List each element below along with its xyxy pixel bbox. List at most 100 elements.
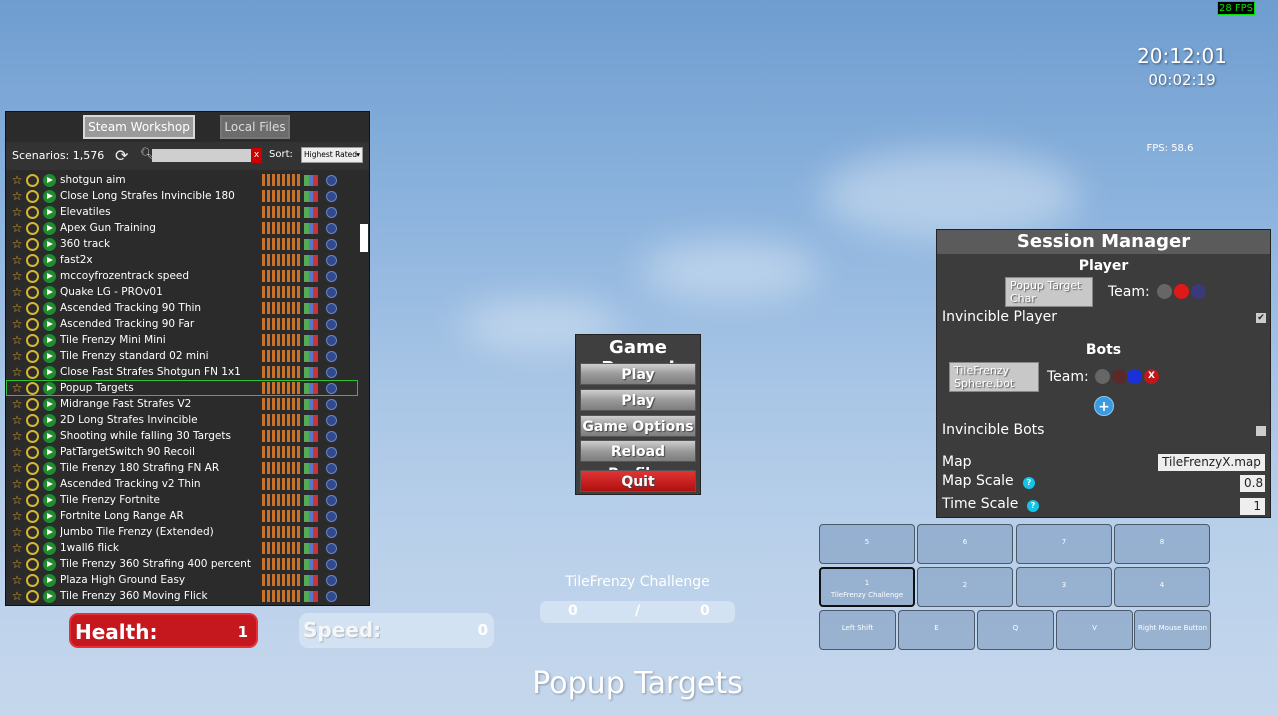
hotkey-3[interactable]: 3 bbox=[1016, 567, 1112, 607]
list-item[interactable]: ☆ Tile Frenzy 360 Moving Flick bbox=[6, 588, 358, 604]
play-icon[interactable] bbox=[43, 317, 56, 331]
list-item[interactable]: ☆ 1wall6 flick bbox=[6, 540, 358, 556]
star-icon[interactable]: ☆ bbox=[10, 413, 24, 427]
play-button[interactable]: Play bbox=[580, 363, 696, 385]
list-item[interactable]: ☆ shotgun aim bbox=[6, 172, 358, 188]
clear-search-button[interactable]: x bbox=[251, 148, 262, 163]
profile-icon[interactable] bbox=[26, 445, 39, 459]
list-item[interactable]: ☆ fast2x bbox=[6, 252, 358, 268]
play-icon[interactable] bbox=[43, 429, 56, 443]
star-icon[interactable]: ☆ bbox=[10, 525, 24, 539]
play-icon[interactable] bbox=[43, 269, 56, 283]
play-icon[interactable] bbox=[43, 509, 56, 523]
profile-icon[interactable] bbox=[26, 205, 39, 219]
hotkey-8[interactable]: 8 bbox=[1114, 524, 1210, 564]
info-icon[interactable] bbox=[326, 510, 337, 522]
profile-icon[interactable] bbox=[26, 525, 39, 539]
list-item[interactable]: ☆ Tile Frenzy standard 02 mini bbox=[6, 348, 358, 364]
profile-icon[interactable] bbox=[26, 349, 39, 363]
star-icon[interactable]: ☆ bbox=[10, 381, 24, 395]
star-icon[interactable]: ☆ bbox=[10, 573, 24, 587]
quit-button[interactable]: Quit bbox=[580, 470, 696, 492]
star-icon[interactable]: ☆ bbox=[10, 365, 24, 379]
play-icon[interactable] bbox=[43, 189, 56, 203]
info-icon[interactable] bbox=[326, 526, 337, 538]
profile-icon[interactable] bbox=[26, 221, 39, 235]
play-icon[interactable] bbox=[43, 237, 56, 251]
play-icon[interactable] bbox=[43, 397, 56, 411]
star-icon[interactable]: ☆ bbox=[10, 253, 24, 267]
play-icon[interactable] bbox=[43, 349, 56, 363]
team-red-button[interactable] bbox=[1174, 284, 1189, 299]
info-icon[interactable] bbox=[326, 382, 337, 394]
play-icon[interactable] bbox=[43, 333, 56, 347]
info-icon[interactable] bbox=[326, 286, 337, 298]
invincible-bots-checkbox[interactable] bbox=[1256, 426, 1266, 436]
star-icon[interactable]: ☆ bbox=[10, 509, 24, 523]
star-icon[interactable]: ☆ bbox=[10, 477, 24, 491]
list-item[interactable]: ☆ Shooting while falling 30 Targets bbox=[6, 428, 358, 444]
tab-local-files[interactable]: Local Files bbox=[220, 115, 290, 139]
search-input[interactable] bbox=[152, 149, 252, 162]
play-icon[interactable] bbox=[43, 477, 56, 491]
team-blue-button[interactable] bbox=[1191, 284, 1206, 299]
refresh-icon[interactable]: ⟳ bbox=[115, 146, 128, 165]
profile-icon[interactable] bbox=[26, 557, 39, 571]
profile-icon[interactable] bbox=[26, 285, 39, 299]
list-item[interactable]: ☆ Popup Targets bbox=[6, 380, 358, 396]
list-item[interactable]: ☆ 2D Long Strafes Invincible bbox=[6, 412, 358, 428]
info-icon[interactable] bbox=[326, 190, 337, 202]
invincible-player-checkbox[interactable]: ✔ bbox=[1256, 313, 1266, 323]
game-options-button[interactable]: Game Options bbox=[580, 415, 696, 437]
profile-icon[interactable] bbox=[26, 237, 39, 251]
profile-icon[interactable] bbox=[26, 173, 39, 187]
info-icon[interactable] bbox=[326, 366, 337, 378]
list-item[interactable]: ☆ Quake LG - PROv01 bbox=[6, 284, 358, 300]
list-item[interactable]: ☆ Ascended Tracking v2 Thin bbox=[6, 476, 358, 492]
list-item[interactable]: ☆ Fortnite Long Range AR bbox=[6, 508, 358, 524]
info-icon[interactable] bbox=[326, 590, 337, 602]
hotkey-4[interactable]: 4 bbox=[1114, 567, 1210, 607]
profile-icon[interactable] bbox=[26, 413, 39, 427]
info-icon[interactable] bbox=[326, 334, 337, 346]
play-icon[interactable] bbox=[43, 381, 56, 395]
play-icon[interactable] bbox=[43, 285, 56, 299]
play-icon[interactable] bbox=[43, 445, 56, 459]
star-icon[interactable]: ☆ bbox=[10, 445, 24, 459]
list-item[interactable]: ☆ PatTargetSwitch 90 Recoil bbox=[6, 444, 358, 460]
info-icon[interactable] bbox=[326, 398, 337, 410]
hotkey-6[interactable]: 6 bbox=[917, 524, 1013, 564]
star-icon[interactable]: ☆ bbox=[10, 189, 24, 203]
map-scale-help-icon[interactable]: ? bbox=[1023, 477, 1035, 489]
play-icon[interactable] bbox=[43, 573, 56, 587]
star-icon[interactable]: ☆ bbox=[10, 589, 24, 603]
hotkey-q[interactable]: Q bbox=[977, 610, 1054, 650]
star-icon[interactable]: ☆ bbox=[10, 237, 24, 251]
list-item[interactable]: ☆ Plaza High Ground Easy bbox=[6, 572, 358, 588]
profile-icon[interactable] bbox=[26, 429, 39, 443]
info-icon[interactable] bbox=[326, 478, 337, 490]
play-icon[interactable] bbox=[43, 589, 56, 603]
list-item[interactable]: ☆ Tile Frenzy 360 Strafing 400 percent bbox=[6, 556, 358, 572]
play-icon[interactable] bbox=[43, 525, 56, 539]
play-icon[interactable] bbox=[43, 493, 56, 507]
play-icon[interactable] bbox=[43, 541, 56, 555]
player-char-button[interactable]: Popup Target Char bbox=[1005, 277, 1093, 307]
profile-icon[interactable] bbox=[26, 365, 39, 379]
list-item[interactable]: ☆ Ascended Tracking 90 Far bbox=[6, 316, 358, 332]
info-icon[interactable] bbox=[326, 446, 337, 458]
profile-icon[interactable] bbox=[26, 477, 39, 491]
scrollbar-thumb[interactable] bbox=[360, 224, 368, 252]
list-item[interactable]: ☆ Tile Frenzy Mini Mini bbox=[6, 332, 358, 348]
star-icon[interactable]: ☆ bbox=[10, 205, 24, 219]
info-icon[interactable] bbox=[326, 238, 337, 250]
team-gray-button[interactable] bbox=[1157, 284, 1172, 299]
info-icon[interactable] bbox=[326, 222, 337, 234]
hotkey-v[interactable]: V bbox=[1056, 610, 1133, 650]
hotkey-left-shift[interactable]: Left Shift bbox=[819, 610, 896, 650]
hotkey-right-mouse-button[interactable]: Right Mouse Button bbox=[1134, 610, 1211, 650]
reload-profiles-button[interactable]: Reload Profiles bbox=[580, 440, 696, 482]
hotkey-e[interactable]: E bbox=[898, 610, 975, 650]
info-icon[interactable] bbox=[326, 574, 337, 586]
play-icon[interactable] bbox=[43, 413, 56, 427]
